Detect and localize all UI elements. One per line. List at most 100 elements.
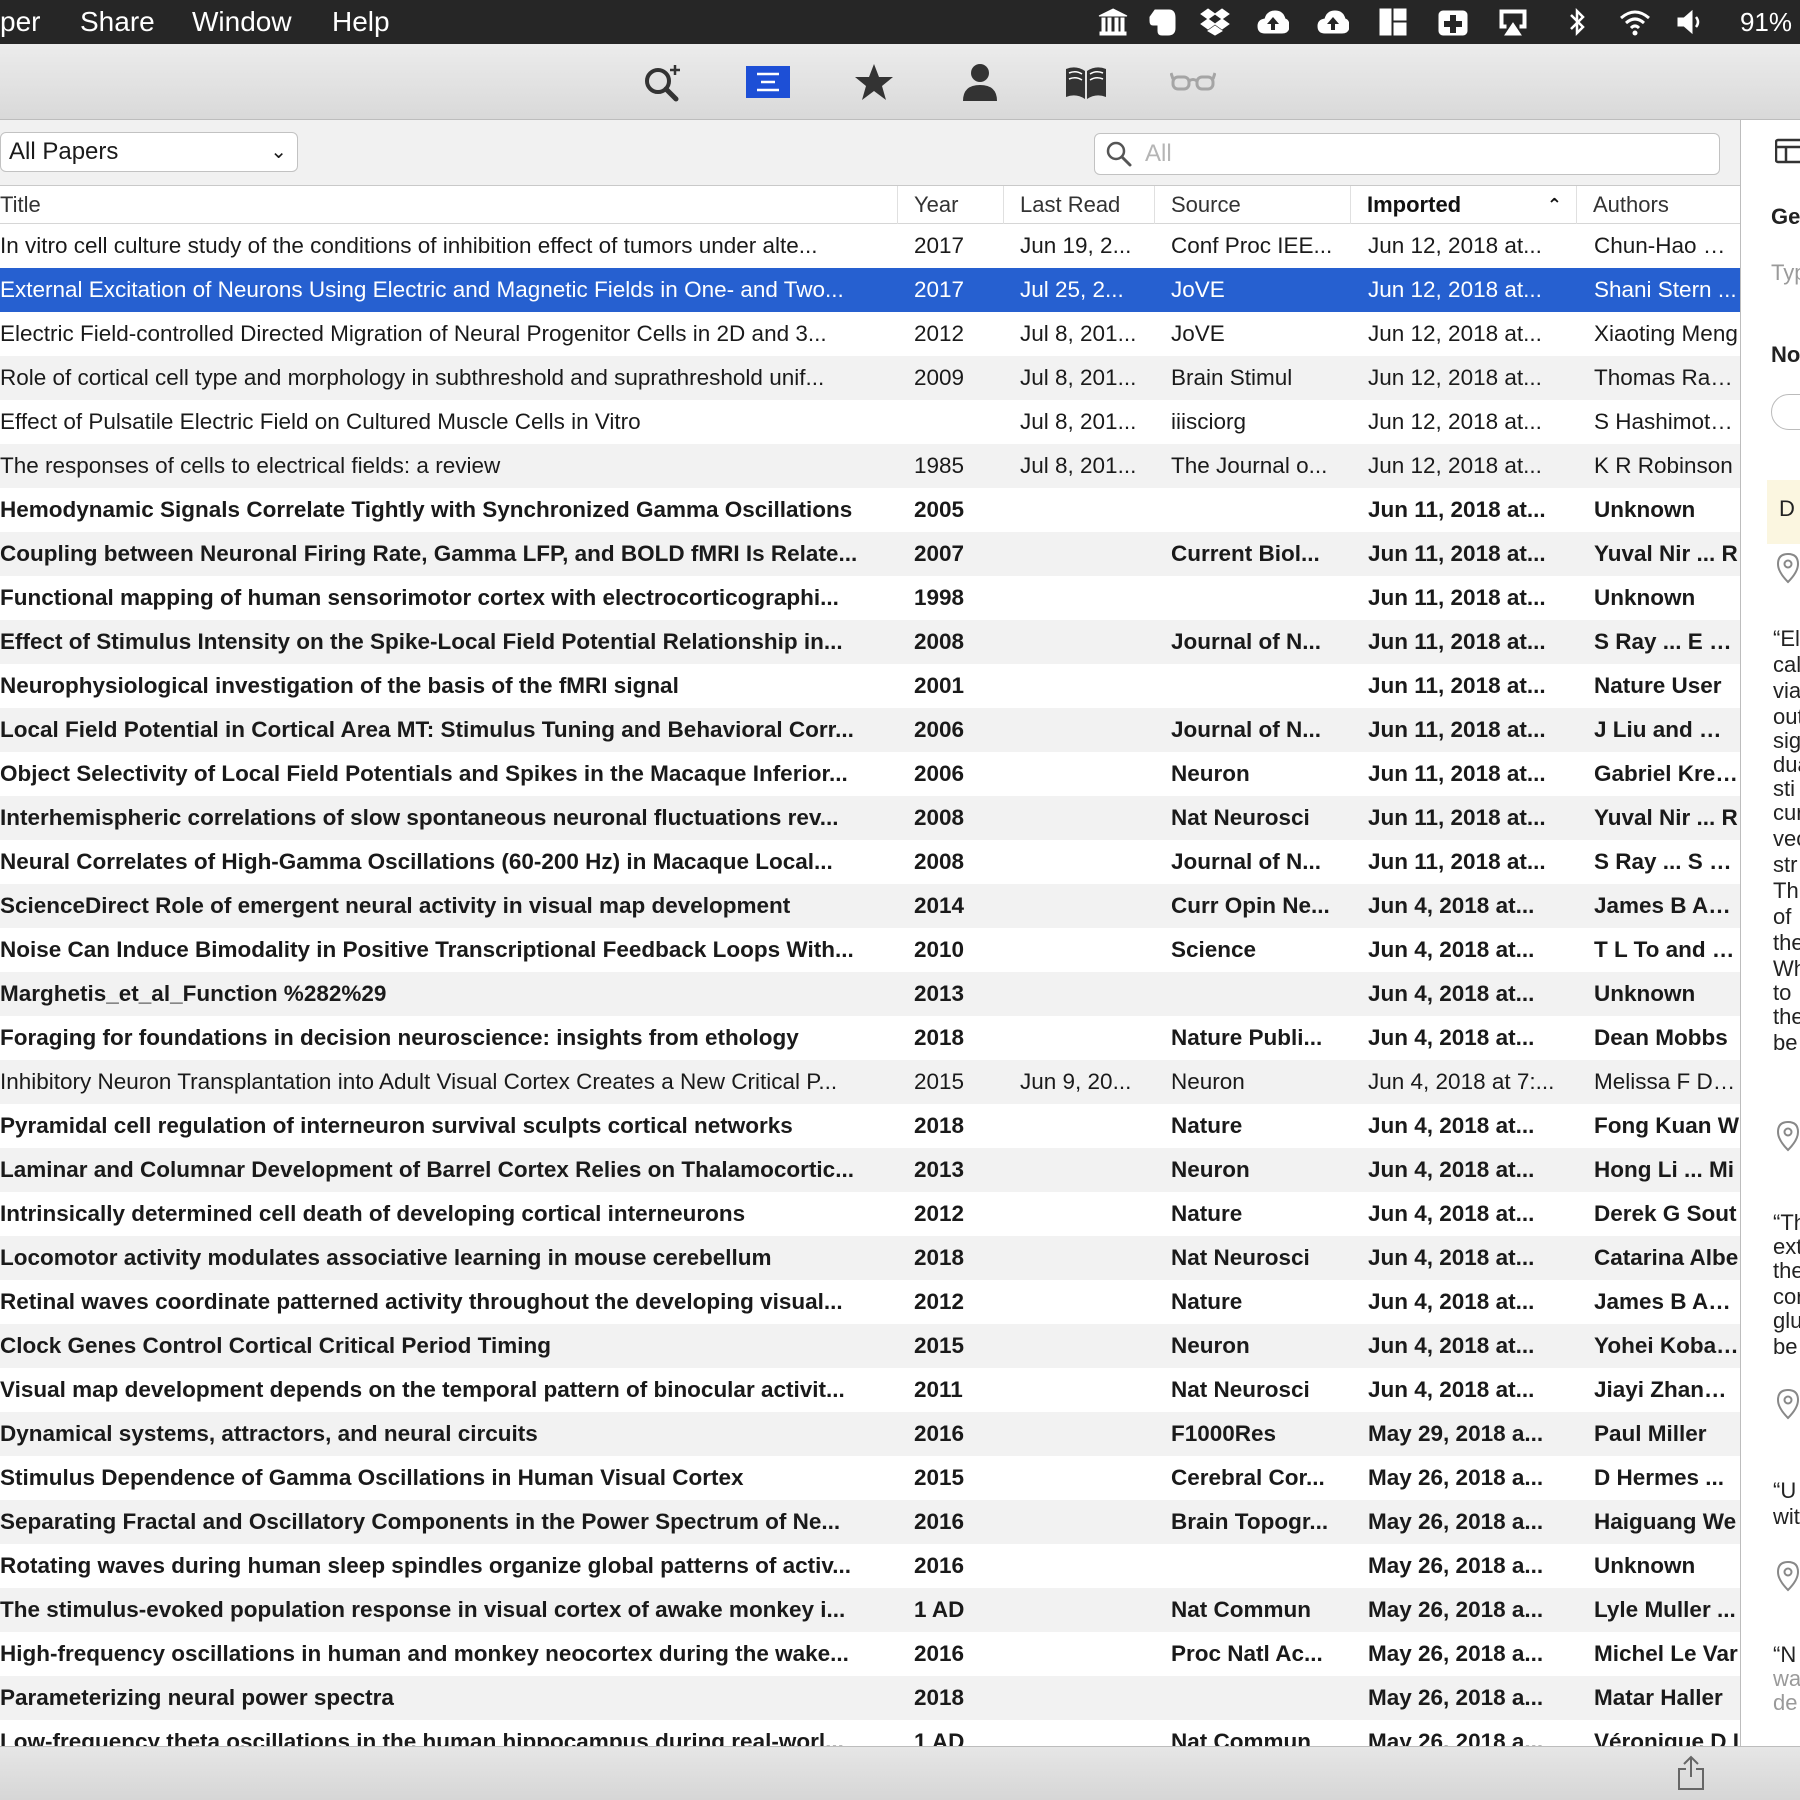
table-row[interactable]: Low-frequency theta oscillations in the …	[0, 1720, 1740, 1746]
column-year[interactable]: Year	[898, 186, 1004, 224]
table-row[interactable]: Interhemispheric correlations of slow sp…	[0, 796, 1740, 840]
table-row[interactable]: Effect of Stimulus Intensity on the Spik…	[0, 620, 1740, 664]
chevron-down-icon: ⌄	[270, 141, 287, 163]
notes-search-field[interactable]	[1771, 394, 1800, 430]
table-row[interactable]: High-frequency oscillations in human and…	[0, 1632, 1740, 1676]
cell-title: Rotating waves during human sleep spindl…	[0, 1553, 851, 1578]
cloud-upload-icon[interactable]	[1256, 6, 1290, 38]
table-row[interactable]: The responses of cells to electrical fie…	[0, 444, 1740, 488]
menu-window[interactable]: Window	[192, 0, 292, 44]
collection-dropdown[interactable]: All Papers ⌄	[0, 132, 298, 172]
column-source[interactable]: Source	[1155, 186, 1351, 224]
cell-imported: May 26, 2018 a...	[1368, 1553, 1544, 1578]
table-row[interactable]: Locomotor activity modulates associative…	[0, 1236, 1740, 1280]
note-highlight: D	[1767, 480, 1800, 544]
airplay-icon[interactable]	[1496, 6, 1530, 38]
table-row[interactable]: Noise Can Induce Bimodality in Positive …	[0, 928, 1740, 972]
location-pin-icon[interactable]	[1775, 1388, 1800, 1420]
cell-last-read	[1020, 1236, 1150, 1280]
table-row[interactable]: Hemodynamic Signals Correlate Tightly wi…	[0, 488, 1740, 532]
menu-share[interactable]: Share	[80, 0, 155, 44]
window-layout-icon[interactable]	[1376, 6, 1410, 38]
column-last-read[interactable]: Last Read	[1004, 186, 1155, 224]
table-row[interactable]: Pyramidal cell regulation of interneuron…	[0, 1104, 1740, 1148]
cell-imported: May 26, 2018 a...	[1368, 1641, 1544, 1666]
table-row[interactable]: Retinal waves coordinate patterned activ…	[0, 1280, 1740, 1324]
location-pin-icon[interactable]	[1775, 1560, 1800, 1592]
table-row[interactable]: Clock Genes Control Cortical Critical Pe…	[0, 1324, 1740, 1368]
table-row[interactable]: The stimulus-evoked population response …	[0, 1588, 1740, 1632]
search-add-button[interactable]	[636, 58, 690, 106]
column-imported[interactable]: Imported ⌃	[1351, 186, 1577, 224]
table-row[interactable]: Laminar and Columnar Development of Barr…	[0, 1148, 1740, 1192]
star-icon	[855, 64, 893, 100]
search-input[interactable]	[1145, 138, 1705, 170]
battery-percent[interactable]: 91%	[1740, 0, 1792, 44]
papers-table: Title Year Last Read Source Imported ⌃ A…	[0, 186, 1740, 1746]
table-row[interactable]: Local Field Potential in Cortical Area M…	[0, 708, 1740, 752]
cell-title: Neurophysiological investigation of the …	[0, 673, 679, 698]
cell-authors: Haiguang We	[1594, 1509, 1737, 1534]
reader-button[interactable]	[1059, 58, 1113, 106]
cell-authors: T L To and N I	[1594, 937, 1740, 962]
cell-imported: Jun 12, 2018 at...	[1368, 409, 1542, 434]
reading-glasses-button[interactable]	[1166, 58, 1220, 106]
sort-ascending-icon: ⌃	[1546, 195, 1562, 215]
column-title[interactable]: Title	[0, 186, 898, 224]
table-row[interactable]: Rotating waves during human sleep spindl…	[0, 1544, 1740, 1588]
menu-help[interactable]: Help	[332, 0, 390, 44]
inspector-notes-label[interactable]: No	[1771, 342, 1800, 368]
cell-year: 2008	[914, 805, 965, 830]
cell-imported: Jun 4, 2018 at...	[1368, 1289, 1535, 1314]
library-view-button[interactable]	[741, 58, 795, 106]
cell-imported: Jun 12, 2018 at...	[1368, 365, 1542, 390]
column-authors[interactable]: Authors	[1577, 186, 1740, 224]
menu-app[interactable]: per	[0, 0, 40, 44]
dropbox-icon[interactable]	[1198, 6, 1232, 38]
annotation-text: cur	[1773, 800, 1800, 825]
bluetooth-icon[interactable]	[1560, 6, 1594, 38]
inspector-general-label[interactable]: Gen	[1771, 204, 1800, 230]
favorites-button[interactable]	[847, 58, 901, 106]
table-row[interactable]: Coupling between Neuronal Firing Rate, G…	[0, 532, 1740, 576]
cell-last-read	[1020, 1104, 1150, 1148]
table-row-selected[interactable]: External Excitation of Neurons Using Ele…	[0, 268, 1740, 312]
first-aid-icon[interactable]	[1436, 6, 1470, 38]
authors-button[interactable]	[953, 58, 1007, 106]
table-row[interactable]: Object Selectivity of Local Field Potent…	[0, 752, 1740, 796]
table-row[interactable]: Neural Correlates of High-Gamma Oscillat…	[0, 840, 1740, 884]
institution-icon[interactable]	[1096, 6, 1130, 38]
inspector-toggle-icon[interactable]	[1775, 138, 1800, 164]
table-row[interactable]: Electric Field-controlled Directed Migra…	[0, 312, 1740, 356]
table-row[interactable]: Foraging for foundations in decision neu…	[0, 1016, 1740, 1060]
cell-source	[1171, 1676, 1347, 1720]
cell-year: 2018	[914, 1245, 965, 1270]
share-icon[interactable]	[1676, 1755, 1706, 1791]
cell-year	[914, 400, 1004, 444]
table-row[interactable]: Role of cortical cell type and morpholog…	[0, 356, 1740, 400]
location-pin-icon[interactable]	[1775, 552, 1800, 584]
table-row[interactable]: Effect of Pulsatile Electric Field on Cu…	[0, 400, 1740, 444]
table-row[interactable]: In vitro cell culture study of the condi…	[0, 224, 1740, 268]
table-row[interactable]: ScienceDirect Role of emergent neural ac…	[0, 884, 1740, 928]
volume-icon[interactable]	[1674, 6, 1708, 38]
cell-last-read	[1020, 1588, 1150, 1632]
wifi-icon[interactable]	[1618, 6, 1652, 38]
table-row[interactable]: Intrinsically determined cell death of d…	[0, 1192, 1740, 1236]
table-row[interactable]: Stimulus Dependence of Gamma Oscillation…	[0, 1456, 1740, 1500]
cell-source: F1000Res	[1171, 1421, 1277, 1446]
search-field[interactable]	[1094, 133, 1720, 175]
table-row[interactable]: Inhibitory Neuron Transplantation into A…	[0, 1060, 1740, 1104]
table-row[interactable]: Separating Fractal and Oscillatory Compo…	[0, 1500, 1740, 1544]
cell-source: Proc Natl Ac...	[1171, 1641, 1323, 1666]
table-row[interactable]: Parameterizing neural power spectra 2018 M…	[0, 1676, 1740, 1720]
table-row[interactable]: Functional mapping of human sensorimotor…	[0, 576, 1740, 620]
location-pin-icon[interactable]	[1775, 1120, 1800, 1152]
cloud-upload-icon-2[interactable]	[1316, 6, 1350, 38]
table-row[interactable]: Visual map development depends on the te…	[0, 1368, 1740, 1412]
evernote-icon[interactable]	[1146, 6, 1180, 38]
table-row[interactable]: Marghetis_et_al_Function %282%29 2013 Jun …	[0, 972, 1740, 1016]
table-row[interactable]: Neurophysiological investigation of the …	[0, 664, 1740, 708]
table-row[interactable]: Dynamical systems, attractors, and neura…	[0, 1412, 1740, 1456]
cell-imported: Jun 4, 2018 at...	[1368, 981, 1535, 1006]
